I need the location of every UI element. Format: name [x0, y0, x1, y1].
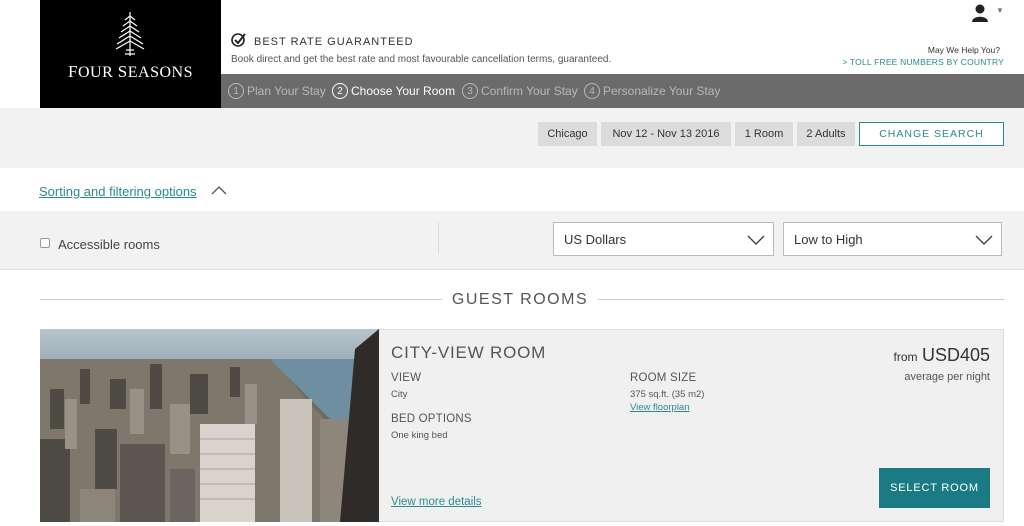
- section-rule-right: [598, 299, 1004, 300]
- view-more-details-link[interactable]: View more details: [391, 496, 482, 508]
- chevron-down-icon: [747, 235, 765, 245]
- room-price: from USD405: [820, 345, 991, 366]
- sorting-filtering-link[interactable]: Sorting and filtering options: [39, 184, 197, 199]
- search-dates-chip: Nov 12 - Nov 13 2016: [601, 122, 731, 146]
- section-title: GUEST ROOMS: [451, 291, 589, 308]
- accessible-rooms-checkbox[interactable]: [40, 238, 50, 248]
- promo-subtitle: Book direct and get the best rate and mo…: [231, 54, 612, 65]
- tree-logo-icon: [115, 12, 145, 56]
- step-confirm-your-stay[interactable]: 3 Confirm Your Stay: [462, 83, 578, 99]
- search-guests-chip: 2 Adults: [797, 122, 855, 146]
- toll-free-link[interactable]: > TOLL FREE NUMBERS BY COUNTRY: [810, 57, 1004, 67]
- sort-order-select[interactable]: Low to High: [783, 222, 1002, 256]
- price-prefix: from: [893, 350, 918, 364]
- change-search-button[interactable]: CHANGE SEARCH: [859, 122, 1004, 146]
- bed-options-label: BED OPTIONS: [391, 413, 472, 425]
- filter-divider: [438, 222, 439, 254]
- user-account-icon[interactable]: [970, 3, 990, 23]
- room-photo[interactable]: [40, 329, 379, 522]
- step-personalize-your-stay[interactable]: 4 Personalize Your Stay: [584, 83, 720, 99]
- four-seasons-logo[interactable]: FOUR SEASONS: [40, 0, 221, 108]
- view-label: VIEW: [391, 372, 422, 384]
- chevron-up-icon[interactable]: [211, 183, 227, 197]
- room-size-label: ROOM SIZE: [630, 372, 697, 384]
- step-plan-your-stay[interactable]: 1 Plan Your Stay: [228, 83, 326, 99]
- help-text: May We Help You?: [927, 45, 1000, 55]
- search-city-chip: Chicago: [538, 122, 597, 146]
- view-value: City: [391, 389, 408, 400]
- room-name[interactable]: CITY-VIEW ROOM: [391, 343, 546, 363]
- chevron-down-icon: [975, 235, 993, 245]
- price-amount: USD405: [921, 345, 990, 365]
- sort-order-select-value: Low to High: [794, 231, 863, 247]
- bed-options-value: One king bed: [391, 430, 448, 441]
- currency-select-value: US Dollars: [564, 231, 627, 247]
- currency-select[interactable]: US Dollars: [553, 222, 774, 256]
- section-rule-left: [40, 299, 442, 300]
- price-note: average per night: [904, 371, 990, 383]
- step-choose-your-room[interactable]: 2 Choose Your Room: [332, 83, 455, 99]
- logo-wordmark: FOUR SEASONS: [68, 62, 193, 81]
- promo-title: BEST RATE GUARANTEED: [254, 36, 414, 48]
- room-size-value: 375 sq.ft. (35 m2): [630, 389, 705, 400]
- select-room-button[interactable]: SELECT ROOM: [879, 468, 990, 508]
- check-circle-icon: [231, 33, 246, 47]
- chevron-down-icon[interactable]: ▼: [996, 6, 1004, 15]
- view-floorplan-link[interactable]: View floorplan: [630, 402, 690, 413]
- search-rooms-chip: 1 Room: [735, 122, 793, 146]
- accessible-rooms-label[interactable]: Accessible rooms: [58, 237, 160, 252]
